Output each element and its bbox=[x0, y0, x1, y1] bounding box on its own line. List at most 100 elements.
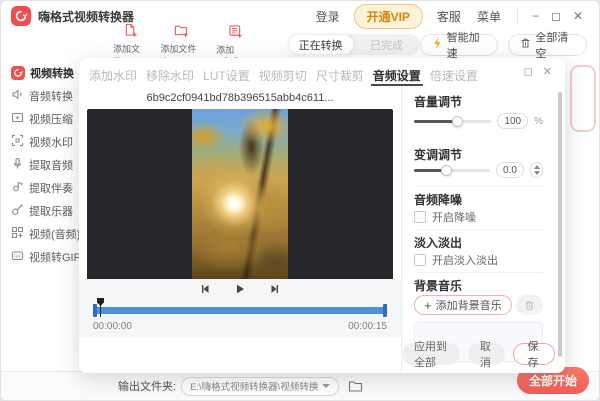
pitch-value[interactable]: 0.0 bbox=[496, 162, 524, 178]
sidebar-label: 提取伴奏 bbox=[29, 180, 73, 196]
add-file-icon bbox=[123, 23, 137, 42]
title-bar: 嗨格式视频转换器 登录 开通VIP 客服 菜单 − ◻ ✕ bbox=[1, 1, 599, 31]
pitch-stepper[interactable] bbox=[530, 162, 543, 178]
audio-convert-icon bbox=[11, 88, 24, 104]
extract-accompaniment-icon bbox=[11, 180, 24, 196]
sidebar-item-extract-instrument[interactable]: 提取乐器 bbox=[1, 199, 79, 222]
extract-instrument-icon bbox=[11, 203, 24, 219]
tab-converting[interactable]: 正在转换 bbox=[288, 34, 354, 55]
denoise-section-title: 音频降噪 bbox=[414, 194, 543, 206]
sidebar-item-video-watermark[interactable]: 视频水印 bbox=[1, 130, 79, 153]
volume-slider[interactable] bbox=[414, 120, 491, 123]
timeline-bar[interactable] bbox=[93, 307, 387, 314]
dialog-maximize-icon[interactable]: ◻ bbox=[524, 67, 533, 78]
time-current: 00:00:00 bbox=[93, 321, 132, 332]
video-filename: 6b9c2cf0941bd78b396515abb4c611... bbox=[79, 92, 401, 105]
sidebar-item-video-convert[interactable]: 视频转换 bbox=[1, 61, 79, 84]
player-controls-strip: 00:00:00 00:00:15 bbox=[79, 279, 401, 337]
smart-accelerate-label: 智能加速 bbox=[447, 29, 487, 61]
volume-slider-row: 100 % bbox=[414, 113, 543, 129]
drop-zone-border bbox=[570, 65, 596, 132]
smart-accelerate-button[interactable]: 智能加速 bbox=[420, 34, 499, 56]
open-vip-button[interactable]: 开通VIP bbox=[354, 4, 423, 29]
tab-remove-watermark[interactable]: 移除水印 bbox=[144, 67, 196, 86]
fade-checkbox-row: 开启淡入淡出 bbox=[414, 252, 543, 268]
dialog-close-icon[interactable]: ✕ bbox=[543, 67, 552, 78]
add-bgm-label: 添加背景音乐 bbox=[436, 297, 502, 313]
tab-add-watermark[interactable]: 添加水印 bbox=[87, 67, 139, 86]
next-frame-icon[interactable] bbox=[268, 282, 280, 300]
tab-lut-settings[interactable]: LUT设置 bbox=[201, 67, 252, 86]
clear-all-button[interactable]: 全部清空 bbox=[508, 34, 587, 56]
sidebar-item-audio-convert[interactable]: 音频转换 bbox=[1, 84, 79, 107]
previous-frame-icon[interactable] bbox=[200, 282, 212, 300]
pitch-section-title: 变调调节 bbox=[414, 149, 543, 161]
pitch-slider-thumb[interactable] bbox=[441, 165, 452, 176]
trash-icon bbox=[524, 300, 535, 311]
trash-icon bbox=[520, 37, 531, 52]
sidebar-item-extract-accompaniment[interactable]: 提取伴奏 bbox=[1, 176, 79, 199]
denoise-checkbox[interactable] bbox=[414, 211, 426, 223]
plus-icon: + bbox=[424, 299, 432, 312]
tab-speed-settings[interactable]: 倍速设置 bbox=[428, 67, 480, 86]
login-link[interactable]: 登录 bbox=[316, 8, 340, 25]
add-bgm-button[interactable]: + 添加背景音乐 bbox=[414, 295, 512, 315]
volume-section-title: 音量调节 bbox=[414, 96, 543, 108]
tab-video-cut[interactable]: 视频剪切 bbox=[257, 67, 309, 86]
bgm-section-title: 背景音乐 bbox=[414, 280, 543, 292]
minimize-icon[interactable]: − bbox=[532, 10, 539, 22]
output-folder-label: 输出文件夹: bbox=[118, 378, 176, 394]
convert-status-tabs: 正在转换 已完成 bbox=[288, 34, 420, 55]
playhead-pin[interactable] bbox=[97, 298, 104, 306]
tab-completed[interactable]: 已完成 bbox=[354, 34, 420, 55]
save-button[interactable]: 保存 bbox=[513, 343, 555, 365]
edit-dialog: ◻ ✕ 添加水印 移除水印 LUT设置 视频剪切 尺寸裁剪 音频设置 倍速设置 … bbox=[79, 58, 565, 373]
sidebar: 视频转换 音频转换 视频压缩 视频水印 提取音频 提取伴奏 提取乐器 视频(音 bbox=[1, 58, 79, 371]
volume-value[interactable]: 100 bbox=[497, 113, 528, 129]
open-folder-icon[interactable] bbox=[348, 379, 363, 393]
video-player-area bbox=[87, 109, 393, 281]
fade-checkbox-label: 开启淡入淡出 bbox=[432, 252, 498, 268]
play-icon[interactable] bbox=[234, 282, 246, 300]
sidebar-label: 音频转换 bbox=[29, 88, 73, 104]
add-folder-icon bbox=[174, 23, 188, 42]
delete-bgm-button[interactable] bbox=[516, 295, 543, 315]
clear-all-label: 全部清空 bbox=[535, 29, 575, 61]
timeline-end-handle[interactable] bbox=[383, 304, 387, 317]
sidebar-item-extract-audio[interactable]: 提取音频 bbox=[1, 153, 79, 176]
timeline[interactable] bbox=[93, 304, 387, 317]
close-icon[interactable]: ✕ bbox=[573, 10, 583, 22]
video-watermark-icon bbox=[11, 134, 24, 150]
stepper-up-icon[interactable] bbox=[534, 165, 540, 169]
maximize-icon[interactable]: ◻ bbox=[551, 10, 561, 22]
cancel-button[interactable]: 取消 bbox=[468, 343, 506, 365]
video-frame[interactable] bbox=[192, 109, 288, 281]
menu-link[interactable]: 菜单 bbox=[477, 8, 501, 25]
dialog-tabs: 添加水印 移除水印 LUT设置 视频剪切 尺寸裁剪 音频设置 倍速设置 bbox=[79, 58, 525, 86]
bottom-bar: 输出文件夹: E:\嗨格式视频转换器\视频转换 bbox=[1, 371, 599, 400]
tab-size-crop[interactable]: 尺寸裁剪 bbox=[314, 67, 366, 86]
pitch-slider-row: 0.0 bbox=[414, 162, 543, 178]
divider bbox=[414, 229, 543, 230]
video-to-gif-icon: GIF bbox=[11, 249, 24, 265]
sidebar-label: 提取乐器 bbox=[29, 203, 73, 219]
sidebar-item-video-to-gif[interactable]: GIF 视频转GIF bbox=[1, 245, 79, 268]
video-convert-icon bbox=[11, 66, 25, 80]
preview-panel: 6b9c2cf0941bd78b396515abb4c611... bbox=[79, 86, 401, 373]
volume-slider-thumb[interactable] bbox=[452, 116, 463, 127]
sidebar-item-video-audio-merge[interactable]: 视频(音频)拼接 bbox=[1, 222, 79, 245]
stepper-down-icon[interactable] bbox=[534, 171, 540, 175]
pitch-slider[interactable] bbox=[414, 169, 490, 172]
fade-checkbox[interactable] bbox=[414, 254, 426, 266]
timeline-start-handle[interactable] bbox=[93, 304, 97, 317]
fade-section-title: 淡入淡出 bbox=[414, 237, 543, 249]
sidebar-label: 视频转GIF bbox=[29, 249, 79, 265]
output-folder-select[interactable]: E:\嗨格式视频转换器\视频转换 bbox=[181, 377, 339, 396]
apply-all-button[interactable]: 应用到全部 bbox=[402, 343, 460, 365]
output-folder-path: E:\嗨格式视频转换器\视频转换 bbox=[190, 379, 318, 393]
sidebar-item-video-compress[interactable]: 视频压缩 bbox=[1, 107, 79, 130]
toolbar: 添加文件 添加文件夹 添加m3u8 正在转换 已完成 智能加速 全部清空 bbox=[1, 31, 599, 58]
tab-audio-settings[interactable]: 音频设置 bbox=[371, 67, 423, 86]
settings-scrollbar[interactable] bbox=[558, 92, 562, 357]
support-link[interactable]: 客服 bbox=[437, 8, 461, 25]
